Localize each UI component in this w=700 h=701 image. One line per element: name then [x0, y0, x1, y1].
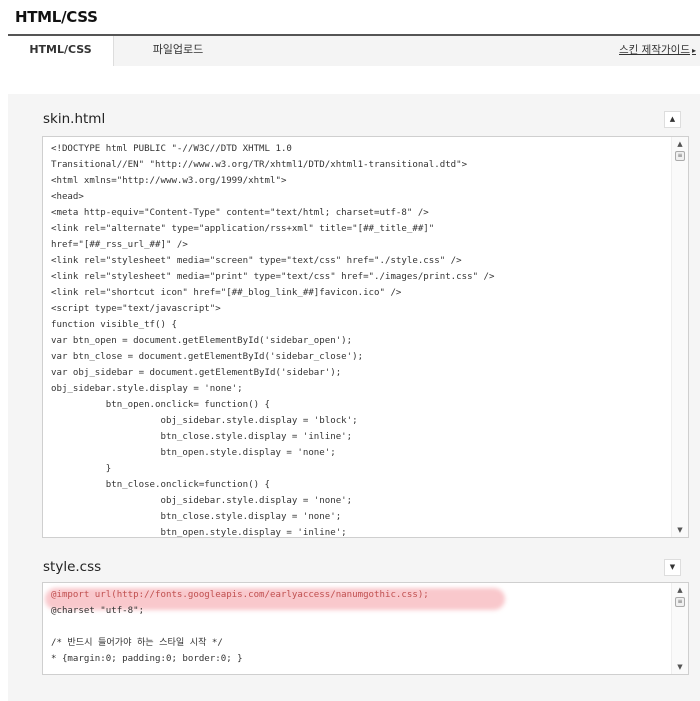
code-line: <head>	[51, 192, 84, 202]
tab-file-upload[interactable]: 파일업로드	[138, 36, 218, 66]
code-line: btn_close.style.display = 'none';	[160, 512, 342, 522]
style-css-label: style.css	[43, 559, 102, 575]
tab-bar: HTML/CSS 파일업로드 스킨 제작가이드 ▸	[8, 34, 700, 66]
skin-html-editor[interactable]: <!DOCTYPE html PUBLIC "-//W3C//DTD XHTML…	[42, 136, 689, 538]
code-line: btn_open.style.display = 'inline';	[160, 528, 347, 538]
code-line: <link rel="shortcut icon" href="[##_blog…	[51, 288, 402, 298]
code-line: href="[##_rss_url_##]" />	[51, 240, 188, 250]
scroll-grip-icon[interactable]: ≡	[675, 597, 685, 607]
code-line: @charset "utf-8";	[51, 606, 145, 616]
code-line: btn_close.onclick=function() {	[105, 480, 270, 490]
code-line: var btn_open = document.getElementById('…	[51, 336, 353, 346]
code-line: function visible_tf() {	[51, 320, 177, 330]
editor-panel: skin.html ▲ <!DOCTYPE html PUBLIC "-//W3…	[8, 94, 700, 701]
code-line: obj_sidebar.style.display = 'none';	[51, 384, 243, 394]
code-line: /* 반드시 들어가야 하는 스타일 시작 */	[51, 638, 223, 648]
scrollbar[interactable]: ▲ ≡ ▼	[671, 137, 688, 537]
code-line: <link rel="alternate" type="application/…	[51, 224, 435, 234]
code-line: obj_sidebar.style.display = 'block';	[160, 416, 358, 426]
style-css-editor[interactable]: @import url(http://fonts.googleapis.com/…	[42, 582, 689, 675]
skin-guide-link[interactable]: 스킨 제작가이드 ▸	[619, 36, 696, 65]
code-line: var btn_close = document.getElementById(…	[51, 352, 364, 362]
skin-guide-link-label[interactable]: 스킨 제작가이드	[619, 44, 690, 56]
scroll-grip-icon[interactable]: ≡	[675, 151, 685, 161]
code-line: <link rel="stylesheet" media="print" typ…	[51, 272, 495, 282]
code-line: }	[105, 464, 112, 474]
code-line: <meta http-equiv="Content-Type" content=…	[51, 208, 429, 218]
scroll-up-icon[interactable]: ▲	[672, 583, 688, 597]
arrow-right-icon: ▸	[691, 46, 696, 55]
scroll-down-icon[interactable]: ▼	[672, 523, 688, 537]
code-line: <script type="text/javascript">	[51, 304, 221, 314]
collapse-down-icon[interactable]: ▼	[664, 559, 681, 576]
code-line: obj_sidebar.style.display = 'none';	[160, 496, 353, 506]
style-css-code[interactable]: @import url(http://fonts.googleapis.com/…	[43, 583, 688, 667]
code-line: var obj_sidebar = document.getElementByI…	[51, 368, 342, 378]
code-line: * {margin:0; padding:0; border:0; }	[51, 654, 243, 664]
collapse-up-icon[interactable]: ▲	[664, 111, 681, 128]
scrollbar[interactable]: ▲ ≡ ▼	[671, 583, 688, 674]
code-line: <html xmlns="http://www.w3.org/1999/xhtm…	[51, 176, 287, 186]
code-line: btn_open.style.display = 'none';	[160, 448, 336, 458]
scroll-down-icon[interactable]: ▼	[672, 660, 688, 674]
code-line: <link rel="stylesheet" media="screen" ty…	[51, 256, 462, 266]
scroll-up-icon[interactable]: ▲	[672, 137, 688, 151]
code-line: btn_open.onclick= function() {	[105, 400, 270, 410]
page-title: HTML/CSS	[15, 8, 98, 26]
code-line: btn_close.style.display = 'inline';	[160, 432, 353, 442]
code-line: Transitional//EN" "http://www.w3.org/TR/…	[51, 160, 468, 170]
code-line: @import url(http://fonts.googleapis.com/…	[51, 590, 429, 600]
code-line: <!DOCTYPE html PUBLIC "-//W3C//DTD XHTML…	[51, 144, 292, 154]
skin-html-code[interactable]: <!DOCTYPE html PUBLIC "-//W3C//DTD XHTML…	[43, 137, 688, 538]
skin-html-label: skin.html	[43, 111, 106, 127]
tab-html-css[interactable]: HTML/CSS	[8, 36, 114, 66]
